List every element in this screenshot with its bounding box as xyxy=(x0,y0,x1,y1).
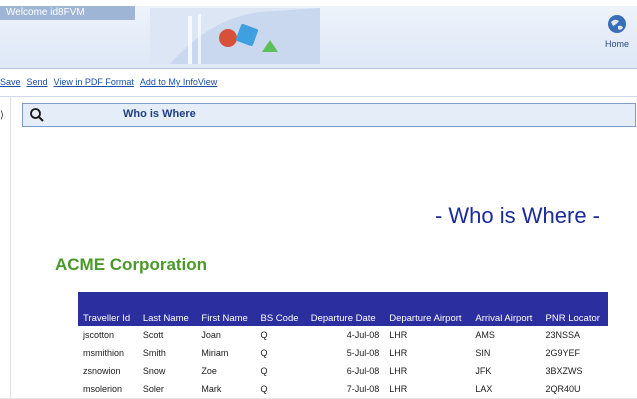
view-pdf-link[interactable]: View in PDF Format xyxy=(54,77,134,87)
app-header: Welcome id8FVM Home xyxy=(0,6,637,69)
banner-graphic xyxy=(150,8,320,64)
col-first-name: First Name xyxy=(196,292,256,326)
cell-first-name: Zoe xyxy=(201,366,217,376)
cell-traveller-id: msolerion xyxy=(83,384,123,394)
collapse-arrow-icon[interactable]: ⟩ xyxy=(0,110,4,121)
report-title: - Who is Where - xyxy=(434,203,600,228)
cell-departure-airport: LHR xyxy=(389,366,408,376)
add-to-infoview-link[interactable]: Add to My InfoView xyxy=(140,77,217,87)
cell-departure-airport: LHR xyxy=(389,384,408,394)
cell-bs-code: Q xyxy=(260,366,268,376)
welcome-bar: Welcome id8FVM xyxy=(0,6,135,20)
cell-pnr-locator: 2QR40U xyxy=(545,384,581,394)
cell-pnr-locator: 3BXZWS xyxy=(545,366,583,376)
toolbar-divider xyxy=(0,96,637,97)
col-departure-airport: Departure Airport xyxy=(384,292,471,326)
cell-last-name: Scott xyxy=(142,330,164,340)
cell-last-name: Snow xyxy=(142,366,166,376)
search-bar: Who is Where xyxy=(22,103,636,127)
home-button[interactable]: Home xyxy=(600,14,634,62)
cell-departure-date: 4-Jul-08 xyxy=(346,330,380,340)
table-row: jscotton Scott Joan Q 4-Jul-08 LHR AMS 2… xyxy=(78,326,608,344)
col-last-name: Last Name xyxy=(137,292,197,326)
col-bs-code: BS Code xyxy=(255,292,306,326)
company-name: ACME Corporation xyxy=(55,255,208,274)
home-label: Home xyxy=(604,39,629,49)
cell-traveller-id: jscotton xyxy=(83,330,115,340)
cell-bs-code: Q xyxy=(260,330,268,340)
cell-arrival-airport: SIN xyxy=(475,348,491,358)
cell-bs-code: Q xyxy=(260,384,268,394)
cell-departure-airport: LHR xyxy=(389,330,408,340)
cell-first-name: Mark xyxy=(201,384,222,394)
magnifier-icon[interactable] xyxy=(29,107,45,123)
cell-departure-date: 6-Jul-08 xyxy=(346,366,380,376)
report-toolbar: Save Send View in PDF Format Add to My Info… xyxy=(0,77,223,91)
table-row: msolerion Soler Mark Q 7-Jul-08 LHR LAX … xyxy=(78,380,608,398)
cell-departure-date: 7-Jul-08 xyxy=(346,384,380,394)
globe-icon xyxy=(608,15,626,33)
cell-traveller-id: msmithion xyxy=(83,348,125,358)
cell-last-name: Soler xyxy=(142,384,164,394)
cell-traveller-id: zsnowion xyxy=(83,366,121,376)
left-panel-border xyxy=(10,97,11,399)
save-link[interactable]: Save xyxy=(0,77,21,87)
search-report-title: Who is Where xyxy=(123,108,196,120)
cell-first-name: Miriam xyxy=(201,348,229,358)
col-departure-date: Departure Date xyxy=(305,292,385,326)
cell-last-name: Smith xyxy=(142,348,166,358)
cell-first-name: Joan xyxy=(201,330,221,340)
cell-bs-code: Q xyxy=(260,348,268,358)
cell-departure-airport: LHR xyxy=(389,348,408,358)
cell-arrival-airport: JFK xyxy=(475,366,492,376)
cell-arrival-airport: AMS xyxy=(475,330,495,340)
table-row: msmithion Smith Miriam Q 5-Jul-08 LHR SI… xyxy=(78,344,608,362)
cell-departure-date: 5-Jul-08 xyxy=(346,348,380,358)
cell-pnr-locator: 23NSSA xyxy=(545,330,581,340)
col-pnr-locator: PNR Locator xyxy=(540,292,608,326)
table-header-row: Traveller Id Last Name First Name BS Cod… xyxy=(78,292,608,326)
cell-pnr-locator: 2G9YEF xyxy=(545,348,581,358)
welcome-text: Welcome id8FVM xyxy=(6,7,85,18)
col-arrival-airport: Arrival Airport xyxy=(470,292,541,326)
cell-arrival-airport: LAX xyxy=(475,384,493,394)
table-row: zsnowion Snow Zoe Q 6-Jul-08 LHR JFK 3BX… xyxy=(78,362,608,380)
col-traveller-id: Traveller Id xyxy=(78,292,138,326)
report-table: Traveller Id Last Name First Name BS Cod… xyxy=(78,292,608,398)
send-link[interactable]: Send xyxy=(27,77,48,87)
